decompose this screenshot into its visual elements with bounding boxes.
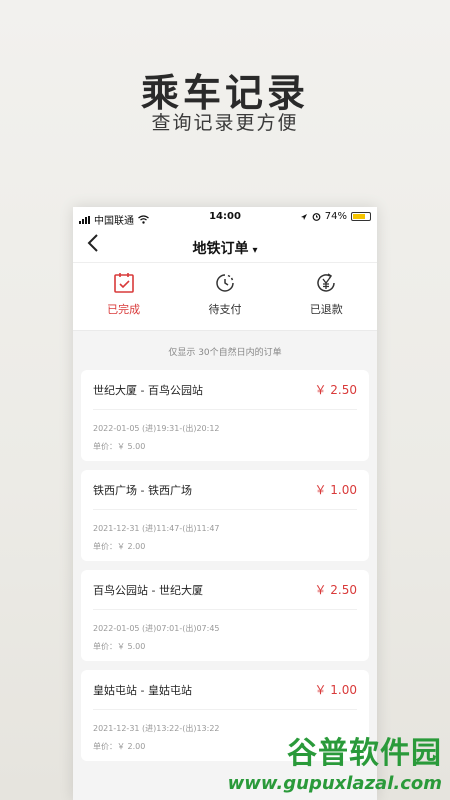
location-icon	[300, 213, 307, 220]
order-price: ￥ 2.50	[314, 383, 357, 397]
order-route: 百鸟公园站 - 世纪大厦	[93, 583, 203, 597]
order-route: 铁西广场 - 铁西广场	[93, 483, 192, 497]
tab-pending-label: 待支付	[208, 303, 242, 316]
battery-icon	[351, 212, 371, 221]
order-card[interactable]: 世纪大厦 - 百鸟公园站 ￥ 2.50 2022-01-05 (进)19:31-…	[81, 370, 369, 461]
order-card[interactable]: 百鸟公园站 - 世纪大厦 ￥ 2.50 2022-01-05 (进)07:01-…	[81, 570, 369, 661]
tab-completed[interactable]: 已完成	[73, 263, 174, 330]
order-price: ￥ 2.50	[314, 583, 357, 597]
order-card[interactable]: 铁西广场 - 铁西广场 ￥ 1.00 2021-12-31 (进)11:47-(…	[81, 470, 369, 561]
order-route: 世纪大厦 - 百鸟公园站	[93, 383, 203, 397]
order-time: 2022-01-05 (进)07:01-(出)07:45	[93, 624, 220, 633]
tab-refunded-label: 已退款	[309, 303, 343, 316]
calendar-check-icon	[113, 273, 134, 293]
order-unit-price: 单价：￥ 5.00	[93, 442, 146, 451]
watermark-brand: 谷普软件园	[287, 736, 442, 771]
order-time: 2021-12-31 (进)11:47-(出)11:47	[93, 524, 220, 533]
alarm-icon	[312, 213, 321, 221]
hero-subtitle: 查询记录更方便	[151, 112, 299, 134]
nav-title-dropdown[interactable]: 地铁订单 ▾	[73, 238, 377, 258]
order-unit-price: 单价：￥ 5.00	[93, 642, 146, 651]
battery-percent: 74%	[324, 211, 347, 222]
nav-bar: 地铁订单 ▾	[73, 229, 377, 263]
order-time: 2022-01-05 (进)19:31-(出)20:12	[93, 424, 220, 433]
order-status-tabs: 已完成 待支付 已退款	[73, 263, 377, 331]
phone-screen: 中国联通 14:00 74% 地铁订单 ▾ 已完成 待支付 已退款 仅显示 30…	[73, 207, 377, 800]
tab-pending-payment[interactable]: 待支付	[174, 263, 275, 330]
clock-icon	[216, 274, 234, 292]
refund-yuan-icon	[317, 273, 336, 292]
nav-title: 地铁订单	[192, 241, 249, 257]
order-price: ￥ 1.00	[314, 683, 357, 697]
tab-completed-label: 已完成	[107, 303, 141, 316]
order-unit-price: 单价：￥ 2.00	[93, 542, 146, 551]
status-bar: 中国联通 14:00 74%	[73, 207, 377, 229]
caret-down-icon: ▾	[252, 245, 258, 256]
order-range-hint: 仅显示 30个自然日内的订单	[168, 348, 282, 358]
order-price: ￥ 1.00	[314, 483, 357, 497]
watermark-url: www.gupuxlazal.com	[227, 773, 442, 794]
order-route: 皇姑屯站 - 皇姑屯站	[93, 683, 192, 697]
tab-refunded[interactable]: 已退款	[276, 263, 377, 330]
